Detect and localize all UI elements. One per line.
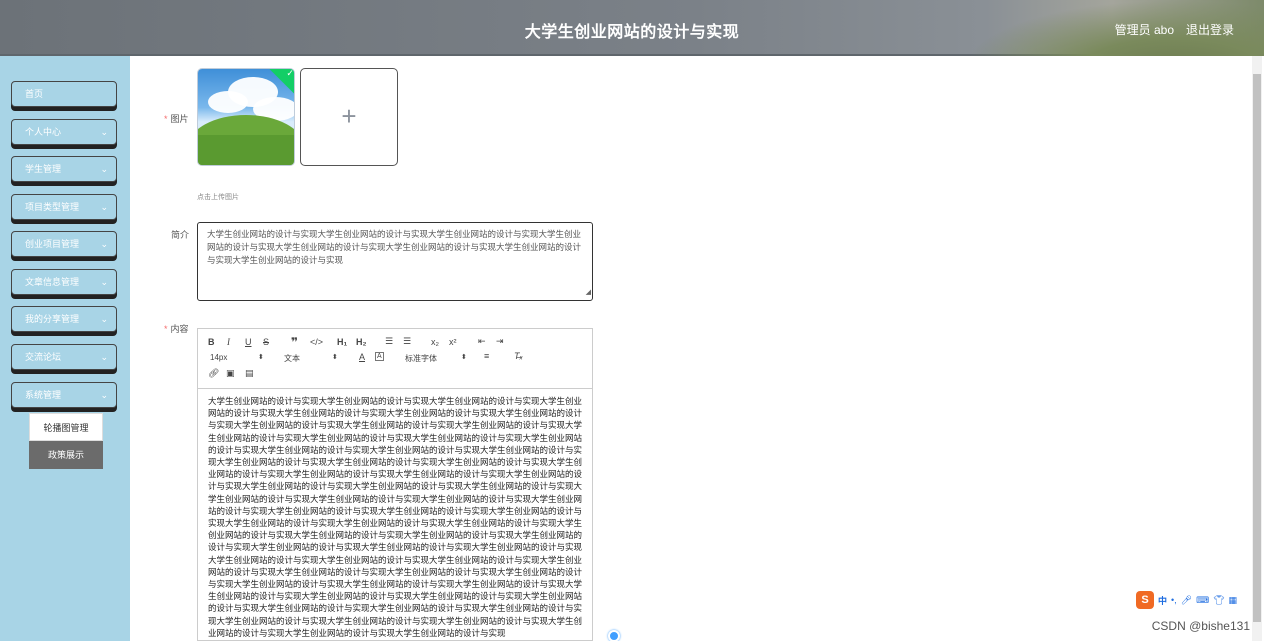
header-1-icon[interactable]: H₁ (337, 337, 347, 347)
submenu-carousel-management[interactable]: 轮播图管理 (29, 413, 103, 441)
required-asterisk: * (164, 324, 168, 334)
upload-hint: 点击上传图片 (197, 194, 239, 201)
upload-image-button[interactable]: + (300, 68, 398, 166)
resize-grip-icon[interactable]: ◢ (586, 286, 591, 299)
background-color-icon[interactable]: A (375, 352, 384, 361)
content-field-label: * 内容 (164, 324, 189, 334)
select-arrow-icon: ⬍ (332, 354, 338, 361)
grid-menu-icon[interactable]: ▦ (1229, 595, 1238, 606)
sidebar-item-home[interactable]: 首页 (11, 81, 117, 107)
system-submenu: 轮播图管理 政策展示 (29, 413, 103, 469)
select-arrow-icon: ⬍ (461, 354, 467, 361)
submenu-policy-display[interactable]: 政策展示 (29, 441, 103, 469)
clear-format-icon[interactable]: T̶ₓ (514, 351, 523, 361)
sidebar-item-label: 交流论坛 (25, 352, 62, 362)
link-icon[interactable]: 🔗︎ (208, 368, 219, 379)
summary-text: 大学生创业网站的设计与实现大学生创业网站的设计与实现大学生创业网站的设计与实现大… (207, 229, 582, 265)
sidebar-item-project-type[interactable]: 项目类型管理 ⌄ (11, 194, 117, 220)
outdent-icon[interactable]: ⇤ (478, 336, 486, 347)
align-icon[interactable]: ≡ (484, 351, 489, 361)
bold-icon[interactable]: B (208, 337, 215, 347)
video-icon[interactable]: ▤ (245, 368, 254, 379)
main-content: * 图片 ✓ + 点击上传图片 简介 大学生创业网站的设计与实现大学生创业网站的设… (130, 56, 1252, 641)
chevron-down-icon: ⌄ (100, 390, 108, 400)
ime-punctuation-toggle[interactable]: •, (1171, 595, 1177, 605)
admin-user-label: 管理员 abo (1114, 23, 1174, 37)
header-2-icon[interactable]: H₂ (356, 337, 367, 347)
font-color-icon[interactable]: A (359, 352, 365, 362)
sidebar-item-article-info[interactable]: 文章信息管理 ⌄ (11, 269, 117, 295)
ime-language-toggle[interactable]: 中 (1158, 594, 1167, 607)
plus-icon: + (341, 101, 357, 131)
required-asterisk: * (164, 114, 168, 124)
sidebar-item-label: 创业项目管理 (25, 239, 80, 249)
chevron-down-icon: ⌄ (100, 164, 108, 174)
indent-icon[interactable]: ⇥ (496, 336, 504, 347)
page-scrollbar[interactable] (1252, 56, 1262, 641)
select-arrow-icon: ⬍ (258, 354, 264, 361)
keyboard-icon[interactable]: ⌨ (1196, 595, 1209, 606)
sidebar-item-label: 系统管理 (25, 390, 62, 400)
chevron-down-icon: ⌄ (100, 127, 108, 137)
chevron-down-icon: ⌄ (100, 239, 108, 249)
chevron-down-icon: ⌄ (100, 202, 108, 212)
font-family-select[interactable]: 标准字体 ⬍ (405, 353, 469, 364)
italic-icon[interactable]: I (227, 337, 230, 347)
code-block-icon[interactable]: </> (310, 337, 323, 347)
watermark: CSDN @bishe131 (1151, 619, 1250, 633)
resize-handle[interactable] (608, 630, 620, 641)
uploaded-image-thumbnail[interactable]: ✓ (197, 68, 295, 166)
logout-button[interactable]: 退出登录 (1186, 21, 1234, 38)
bullet-list-icon[interactable]: ☰ (403, 336, 411, 347)
sidebar-item-student-management[interactable]: 学生管理 ⌄ (11, 156, 117, 182)
strikethrough-icon[interactable]: S (263, 337, 269, 347)
chevron-down-icon: ⌄ (100, 314, 108, 324)
ime-toolbar: S 中 •, 🎤︎ ⌨ 👕︎ ▦ (1136, 590, 1237, 610)
sidebar-item-label: 首页 (25, 89, 44, 99)
sidebar-item-personal-center[interactable]: 个人中心 ⌄ (11, 119, 117, 145)
blockquote-icon[interactable]: ❞ (291, 335, 298, 349)
underline-icon[interactable]: U (245, 337, 252, 347)
editor-toolbar: B I U S ❞ </> H₁ H₂ ☰ ☰ x₂ x² ⇤ ⇥ 14px ⬍ … (198, 329, 592, 389)
subscript-icon[interactable]: x₂ (431, 337, 439, 347)
sidebar-item-startup-project[interactable]: 创业项目管理 ⌄ (11, 231, 117, 257)
microphone-icon[interactable]: 🎤︎ (1181, 595, 1192, 606)
editor-content[interactable]: 大学生创业网站的设计与实现大学生创业网站的设计与实现大学生创业网站的设计与实现大… (198, 389, 592, 641)
image-field-label: * 图片 (164, 114, 189, 124)
sidebar-item-label: 项目类型管理 (25, 202, 80, 212)
image-icon[interactable]: ▣ (226, 368, 235, 379)
sidebar-item-forum[interactable]: 交流论坛 ⌄ (11, 344, 117, 370)
font-size-select[interactable]: 14px ⬍ (210, 353, 266, 362)
top-header: 大学生创业网站的设计与实现 管理员 abo 退出登录 (0, 0, 1264, 56)
sidebar-item-label: 学生管理 (25, 164, 62, 174)
site-title: 大学生创业网站的设计与实现 (524, 24, 740, 41)
sidebar-item-label: 我的分享管理 (25, 314, 80, 324)
rich-text-editor: B I U S ❞ </> H₁ H₂ ☰ ☰ x₂ x² ⇤ ⇥ 14px ⬍ … (197, 328, 593, 641)
sidebar-item-my-share[interactable]: 我的分享管理 ⌄ (11, 306, 117, 332)
scrollbar-thumb[interactable] (1253, 74, 1261, 622)
sidebar: 首页 个人中心 ⌄ 学生管理 ⌄ 项目类型管理 ⌄ 创业项目管理 ⌄ 文章信息管… (0, 56, 130, 641)
superscript-icon[interactable]: x² (449, 337, 457, 347)
chevron-down-icon: ⌄ (100, 277, 108, 287)
sidebar-item-label: 个人中心 (25, 127, 62, 137)
chevron-down-icon: ⌄ (100, 352, 108, 362)
sidebar-item-system[interactable]: 系统管理 ⌄ (11, 382, 117, 408)
sidebar-item-label: 文章信息管理 (25, 277, 80, 287)
ordered-list-icon[interactable]: ☰ (385, 336, 393, 347)
format-select[interactable]: 文本 ⬍ (284, 353, 340, 364)
summary-field-label: 简介 (171, 230, 190, 240)
summary-textarea[interactable]: 大学生创业网站的设计与实现大学生创业网站的设计与实现大学生创业网站的设计与实现大… (197, 222, 593, 301)
sogou-logo-icon[interactable]: S (1136, 591, 1154, 609)
skin-icon[interactable]: 👕︎ (1213, 595, 1224, 606)
